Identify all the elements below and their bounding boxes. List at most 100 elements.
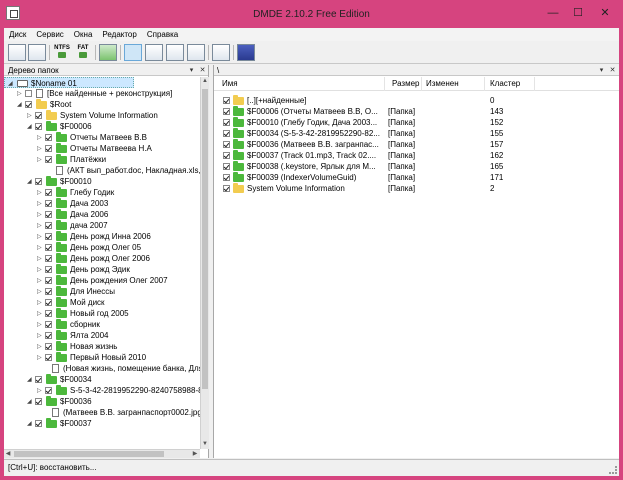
column-name[interactable]: Имя <box>222 79 238 89</box>
checkbox[interactable] <box>35 123 42 130</box>
tree-item-f00037[interactable]: ◢ $F00037 <box>4 418 200 429</box>
scroll-down-icon[interactable]: ▼ <box>201 440 209 448</box>
tree-item-bday-edik[interactable]: ▷ День рожд Эдик <box>4 264 200 275</box>
checkbox[interactable] <box>45 277 52 284</box>
checkbox[interactable] <box>45 189 52 196</box>
checkbox[interactable] <box>45 354 52 361</box>
tree-item-reports-vv[interactable]: ▷ Отчеты Матвеев В.В <box>4 132 200 143</box>
collapse-icon[interactable]: ◢ <box>17 102 23 108</box>
tree-item-f00010[interactable]: ◢ $F00010 <box>4 176 200 187</box>
expand-icon[interactable]: ▷ <box>37 201 43 207</box>
checkbox[interactable] <box>223 163 230 170</box>
dmde-logo-button[interactable] <box>237 44 255 61</box>
menu-help[interactable]: Справка <box>142 28 183 41</box>
tree-item-bday-oleg-05[interactable]: ▷ День рожд Олег 05 <box>4 242 200 253</box>
checkbox[interactable] <box>35 398 42 405</box>
expand-icon[interactable]: ▷ <box>37 157 43 163</box>
title-bar[interactable]: DMDE 2.10.2 Free Edition — ☐ ✕ <box>0 0 623 28</box>
expand-icon[interactable]: ▷ <box>17 91 23 97</box>
recover-button[interactable] <box>99 44 117 61</box>
tree-item-reports-na[interactable]: ▷ Отчеты Матвеева Н.А <box>4 143 200 154</box>
scroll-up-icon[interactable]: ▲ <box>201 77 209 85</box>
checkbox[interactable] <box>223 97 230 104</box>
collapse-icon[interactable]: ◢ <box>27 421 33 427</box>
checkbox[interactable] <box>45 134 52 141</box>
menu-windows[interactable]: Окна <box>69 28 98 41</box>
menu-disk[interactable]: Диск <box>4 28 31 41</box>
checkbox[interactable] <box>35 112 42 119</box>
file-row[interactable]: [..][+найденные] 0 <box>214 95 619 106</box>
collapse-icon[interactable]: ◢ <box>27 377 33 383</box>
expand-icon[interactable]: ▷ <box>37 223 43 229</box>
tree-item-payments[interactable]: ▷ Платёжки <box>4 154 200 165</box>
tree-item-s-5-3-42[interactable]: ▷ S-5-3-42-2819952290-8240758988-879 <box>4 385 200 396</box>
expand-icon[interactable]: ▷ <box>37 388 43 394</box>
tree-item-f00036[interactable]: ◢ $F00036 <box>4 396 200 407</box>
menu-editor[interactable]: Редактор <box>97 28 141 41</box>
expand-icon[interactable]: ▷ <box>37 267 43 273</box>
ntfs-button[interactable]: NTFS <box>52 44 72 61</box>
list-close-button[interactable]: ✕ <box>608 66 617 75</box>
expand-icon[interactable]: ▷ <box>27 113 33 119</box>
expand-icon[interactable]: ▷ <box>37 322 43 328</box>
tree-item-bday-inna[interactable]: ▷ День рожд Инна 2006 <box>4 231 200 242</box>
view-tree-button[interactable] <box>124 44 142 61</box>
tree-item-f00006[interactable]: ◢ $F00006 <box>4 121 200 132</box>
tree-item-for-inessa[interactable]: ▷ Для Инессы <box>4 286 200 297</box>
expand-icon[interactable]: ▷ <box>37 234 43 240</box>
tree-item-yalta-2004[interactable]: ▷ Ялта 2004 <box>4 330 200 341</box>
checkbox[interactable] <box>45 321 52 328</box>
tree-vertical-scrollbar[interactable]: ▲ ▼ <box>200 77 209 449</box>
tree-item-dacha-2003[interactable]: ▷ Дача 2003 <box>4 198 200 209</box>
expand-icon[interactable]: ▷ <box>37 311 43 317</box>
tree-item-all-found[interactable]: ▷ [Все найденные + реконструкция] <box>4 88 200 99</box>
checkbox[interactable] <box>45 244 52 251</box>
tree-pin-button[interactable]: ▾ <box>187 66 196 75</box>
file-row[interactable]: $F00034 (S-5-3-42-2819952290-82... [Папк… <box>214 128 619 139</box>
expand-icon[interactable]: ▷ <box>37 300 43 306</box>
checkbox[interactable] <box>223 174 230 181</box>
checkbox[interactable] <box>45 299 52 306</box>
tree-item-glebu[interactable]: ▷ Глебу Годик <box>4 187 200 198</box>
scrollbar-thumb[interactable] <box>14 451 164 457</box>
expand-icon[interactable]: ▷ <box>37 278 43 284</box>
file-row[interactable]: $F00036 (Матвеев В.В. загранпас... [Папк… <box>214 139 619 150</box>
tree-item-files-f00036[interactable]: (Матвеев В.В. загранпаспорт0002.jpg, М <box>4 407 200 418</box>
folder-tree[interactable]: ◢ $Noname 01 ▷ [Все найденные + реконстр… <box>4 77 200 458</box>
checkbox[interactable] <box>45 211 52 218</box>
tree-item-bday-oleg-2006[interactable]: ▷ День рожд Олег 2006 <box>4 253 200 264</box>
file-row[interactable]: $F00006 (Отчеты Матвеев В.В, О... [Папка… <box>214 106 619 117</box>
tree-item-files-f00006[interactable]: (АКТ вып_работ.doc, Накладная.xls, _72 <box>4 165 200 176</box>
tree-item-root[interactable]: ◢ $Root <box>4 99 200 110</box>
expand-icon[interactable]: ▷ <box>37 344 43 350</box>
expand-icon[interactable]: ▷ <box>37 135 43 141</box>
checkbox[interactable] <box>223 185 230 192</box>
checkbox[interactable] <box>223 108 230 115</box>
column-divider[interactable] <box>534 77 535 91</box>
checkbox[interactable] <box>45 266 52 273</box>
tree-horizontal-scrollbar[interactable]: ◀ ▶ <box>4 449 200 458</box>
checkbox[interactable] <box>25 101 32 108</box>
expand-icon[interactable]: ▷ <box>37 289 43 295</box>
column-divider[interactable] <box>421 77 422 91</box>
tree-item-new-life[interactable]: ▷ Новая жизнь <box>4 341 200 352</box>
checkbox[interactable] <box>35 420 42 427</box>
view-details-button[interactable] <box>166 44 184 61</box>
scroll-right-icon[interactable]: ▶ <box>191 450 199 458</box>
view-list-button[interactable] <box>145 44 163 61</box>
expand-icon[interactable]: ▷ <box>37 333 43 339</box>
tree-item-files-f00010[interactable]: (Новая жизнь, помещение банка, Для <box>4 363 200 374</box>
column-divider[interactable] <box>484 77 485 91</box>
checkbox[interactable] <box>35 178 42 185</box>
column-modified[interactable]: Изменен <box>426 79 459 89</box>
scroll-left-icon[interactable]: ◀ <box>4 450 12 458</box>
checkbox[interactable] <box>45 222 52 229</box>
collapse-icon[interactable]: ◢ <box>8 81 14 87</box>
checkbox[interactable] <box>45 387 52 394</box>
find-button[interactable] <box>187 44 205 61</box>
menu-service[interactable]: Сервис <box>31 28 68 41</box>
file-row[interactable]: $F00010 (Глебу Годик, Дача 2003... [Папк… <box>214 117 619 128</box>
editor-button[interactable] <box>212 44 230 61</box>
tree-item-sbornik[interactable]: ▷ сборник <box>4 319 200 330</box>
checkbox[interactable] <box>45 255 52 262</box>
